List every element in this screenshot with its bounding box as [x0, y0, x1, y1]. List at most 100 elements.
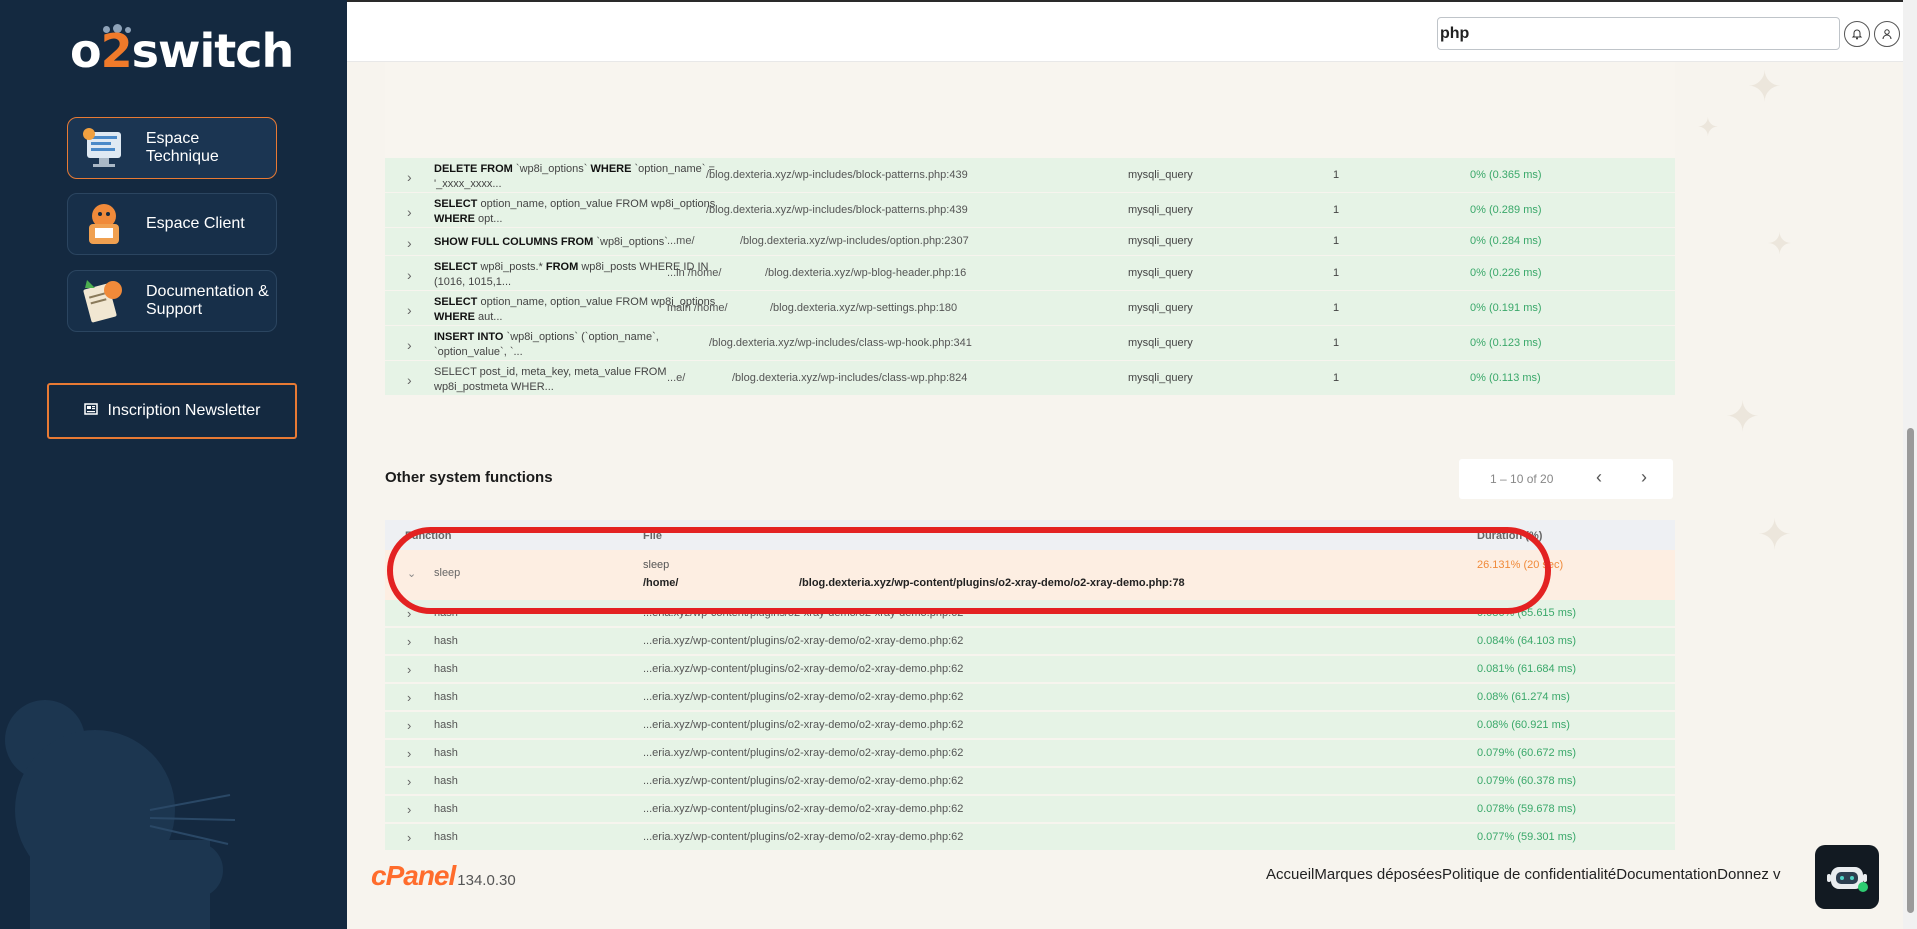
user-icon[interactable] [1874, 21, 1900, 47]
decor-star: ✦ [1767, 228, 1793, 261]
duration: 0% (0.123 ms) [1470, 337, 1542, 349]
file-path: /blog.dexteria.xyz/wp-includes/class-wp-… [709, 337, 972, 349]
file-path: ...eria.xyz/wp-content/plugins/o2-xray-d… [643, 775, 964, 787]
robot-icon [1827, 867, 1868, 892]
table-row-sleep[interactable]: ⌄ sleep sleep /home/ /blog.dexteria.xyz/… [385, 550, 1675, 600]
chevron-right-icon[interactable]: › [407, 267, 412, 283]
table-row[interactable]: › hash ...eria.xyz/wp-content/plugins/o2-x… [385, 628, 1675, 655]
chevron-right-icon[interactable]: › [407, 337, 412, 353]
chevron-left-icon[interactable]: ‹ [1596, 467, 1602, 488]
chevron-right-icon[interactable]: › [407, 830, 411, 845]
decor-star: ✦ [1697, 112, 1719, 142]
tech-space-icon [78, 124, 130, 172]
newsletter-button[interactable]: Inscription Newsletter [47, 383, 297, 439]
count: 1 [1333, 169, 1340, 181]
nav-espace-client[interactable]: Espace Client [67, 193, 277, 255]
table-row[interactable]: › hash ...eria.xyz/wp-content/plugins/o2-x… [385, 768, 1675, 795]
table-row[interactable]: › hash ...eria.xyz/wp-content/plugins/o2-x… [385, 656, 1675, 683]
file-path: /blog.dexteria.xyz/wp-includes/block-pat… [706, 169, 968, 181]
file-path: ...eria.xyz/wp-content/plugins/o2-xray-d… [643, 691, 964, 703]
column-header-function[interactable]: Function [405, 530, 451, 542]
caller: mysqli_query [1128, 169, 1193, 181]
table-row[interactable]: › SELECT option_name, option_value FROM … [385, 291, 1675, 326]
chevron-right-icon[interactable]: › [407, 606, 411, 621]
chevron-right-icon[interactable]: › [1641, 467, 1647, 488]
sidebar: o2switch Espace Technique Espace Client … [0, 0, 347, 929]
cpanel-logo[interactable]: cPanel [371, 860, 456, 892]
chevron-right-icon[interactable]: › [407, 372, 412, 388]
duration: 0.079% (60.672 ms) [1477, 747, 1577, 759]
file-path: /blog.dexteria.xyz/wp-includes/block-pat… [706, 204, 968, 216]
documentation-icon [78, 277, 130, 325]
o2switch-logo[interactable]: o2switch [70, 24, 294, 78]
search-input[interactable] [1437, 17, 1840, 50]
nav-label: Espace Technique [145, 130, 219, 165]
count: 1 [1333, 235, 1340, 247]
footer-link-accueil[interactable]: Accueil [1266, 866, 1314, 883]
table-row[interactable]: › hash ...eria.xyz/wp-content/plugins/o2-x… [385, 796, 1675, 823]
scrollbar-thumb[interactable] [1907, 428, 1914, 913]
table-row[interactable]: › SELECT wp8i_posts.* FROM wp8i_posts WH… [385, 256, 1675, 291]
caller: mysqli_query [1128, 235, 1193, 247]
function-name: hash [434, 607, 458, 619]
nav-espace-technique[interactable]: Espace Technique [67, 117, 277, 179]
chevron-right-icon[interactable]: › [407, 662, 411, 677]
count: 1 [1333, 372, 1340, 384]
footer-link-documentation[interactable]: Documentation [1616, 866, 1717, 883]
nav-label: Documentation & Support [146, 283, 269, 318]
function-name: hash [434, 691, 458, 703]
table-row[interactable]: › hash ...eria.xyz/wp-content/plugins/o2-x… [385, 712, 1675, 739]
chevron-down-icon[interactable]: ⌄ [407, 567, 416, 580]
chatbot-button[interactable] [1815, 845, 1879, 909]
table-header: Function File Duration (%) [385, 520, 1675, 550]
duration: 0% (0.289 ms) [1470, 204, 1542, 216]
table-row[interactable]: › SELECT option_name, option_value FROM … [385, 193, 1675, 228]
footer-brand: cPanel 134.0.30 [371, 860, 516, 892]
table-row[interactable]: › INSERT INTO `wp8i_options` (`option_na… [385, 326, 1675, 361]
duration: 0.078% (59.678 ms) [1477, 803, 1577, 815]
table-row[interactable]: › DELETE FROM `wp8i_options` WHERE `opti… [385, 158, 1675, 193]
duration: 0.081% (61.684 ms) [1477, 663, 1577, 675]
chevron-right-icon[interactable]: › [407, 634, 411, 649]
chevron-right-icon[interactable]: › [407, 746, 411, 761]
chevron-right-icon[interactable]: › [407, 718, 411, 733]
chevron-right-icon[interactable]: › [407, 802, 411, 817]
chevron-right-icon[interactable]: › [407, 169, 412, 185]
query-text: DELETE FROM `wp8i_options` WHERE `option… [434, 163, 715, 190]
footer-link-marques[interactable]: Marques déposées [1314, 866, 1442, 883]
file-path: ...eria.xyz/wp-content/plugins/o2-xray-d… [643, 635, 964, 647]
column-header-duration[interactable]: Duration (%) [1477, 530, 1542, 542]
count: 1 [1333, 337, 1340, 349]
section-title: Other system functions [385, 469, 553, 486]
file-prefix: ...e/ [667, 372, 686, 384]
table-row[interactable]: › hash ...eria.xyz/wp-content/plugins/o2-x… [385, 600, 1675, 627]
chevron-right-icon[interactable]: › [407, 204, 412, 220]
table-row[interactable]: › SELECT post_id, meta_key, meta_value F… [385, 361, 1675, 396]
chevron-right-icon[interactable]: › [407, 302, 412, 318]
table-row[interactable]: › hash ...eria.xyz/wp-content/plugins/o2-x… [385, 824, 1675, 851]
query-table-top [385, 62, 1675, 158]
file-prefix: ...in /home/ [667, 267, 722, 279]
caller: mysqli_query [1128, 337, 1193, 349]
file-path: ...eria.xyz/wp-content/plugins/o2-xray-d… [643, 831, 964, 843]
chevron-right-icon[interactable]: › [407, 774, 411, 789]
function-name: hash [434, 719, 458, 731]
scrollbar[interactable] [1903, 0, 1917, 929]
footer-links: AccueilMarques déposéesPolitique de conf… [1266, 866, 1816, 883]
caller: mysqli_query [1128, 372, 1193, 384]
file-path: /blog.dexteria.xyz/wp-includes/class-wp.… [732, 372, 968, 384]
bell-icon[interactable] [1844, 21, 1870, 47]
nav-documentation-support[interactable]: Documentation & Support [67, 270, 277, 332]
footer-link-donnez[interactable]: Donnez v [1717, 866, 1780, 883]
caller: mysqli_query [1128, 302, 1193, 314]
table-row[interactable]: › hash ...eria.xyz/wp-content/plugins/o2-x… [385, 740, 1675, 767]
chevron-right-icon[interactable]: › [407, 690, 411, 705]
table-row[interactable]: › SHOW FULL COLUMNS FROM `wp8i_options` … [385, 228, 1675, 256]
table-row[interactable]: › hash ...eria.xyz/wp-content/plugins/o2-x… [385, 684, 1675, 711]
function-name: hash [434, 803, 458, 815]
file-path: /blog.dexteria.xyz/wp-content/plugins/o2… [799, 577, 1185, 589]
decor-star: ✦ [1747, 63, 1783, 110]
footer-link-confidentialite[interactable]: Politique de confidentialité [1442, 866, 1616, 883]
chevron-right-icon[interactable]: › [407, 235, 412, 251]
column-header-file[interactable]: File [643, 530, 662, 542]
